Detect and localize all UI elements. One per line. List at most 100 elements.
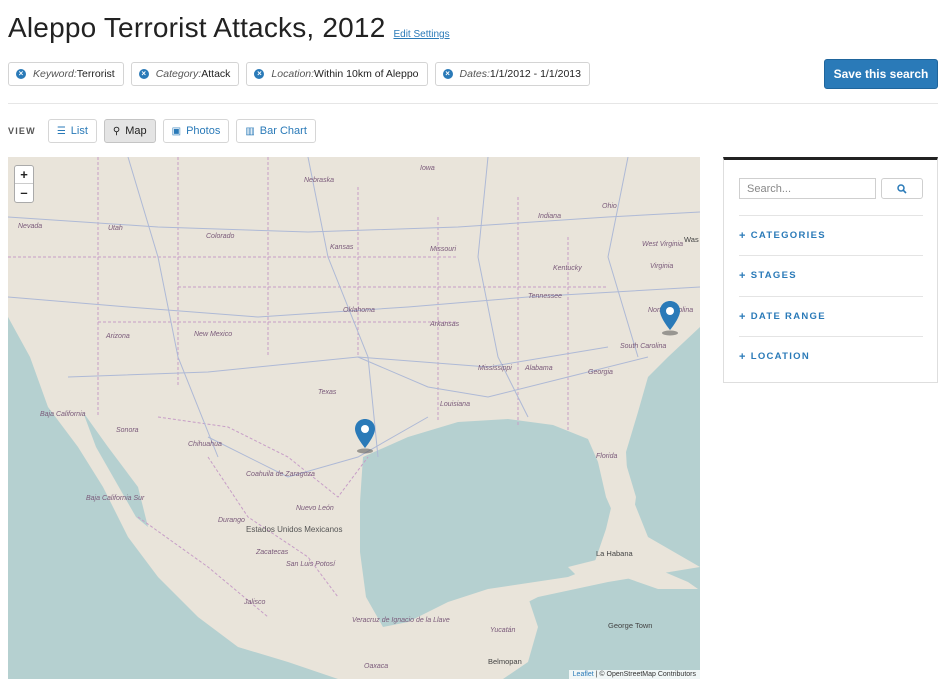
- filter-sidebar: + CATEGORIES + STAGES + DATE RANGE + LOC…: [723, 157, 938, 383]
- save-search-button[interactable]: Save this search: [824, 59, 938, 89]
- map-region-label: Florida: [596, 453, 618, 460]
- map-region-label: Arkansas: [430, 321, 460, 328]
- map-region-label: Colorado: [206, 233, 235, 240]
- map-region-label: Veracruz de Ignacio de la Llave: [352, 617, 450, 624]
- view-list-button[interactable]: ☰ List: [47, 119, 97, 143]
- header-divider: [8, 103, 938, 104]
- plus-icon: +: [739, 269, 747, 282]
- view-bar-chart-button[interactable]: ▥ Bar Chart: [236, 119, 316, 143]
- filter-chip-keyword[interactable]: × Keyword: Terrorist: [8, 62, 124, 86]
- map-country-label: Estados Unidos Mexicanos: [246, 525, 343, 534]
- active-filters: × Keyword: Terrorist × Category: Attack …: [8, 62, 590, 86]
- map-attribution: Leaflet | © OpenStreetMap Contributors: [568, 670, 700, 679]
- filter-chip-location[interactable]: × Location: Within 10km of Aleppo: [246, 62, 428, 86]
- bar-chart-icon: ▥: [245, 125, 255, 137]
- sidebar-search-button[interactable]: [881, 178, 923, 199]
- map-city-label: Belmopan: [488, 657, 522, 666]
- map-region-label: West Virginia: [642, 241, 683, 248]
- facet-location[interactable]: + LOCATION: [739, 336, 923, 376]
- map-marker[interactable]: [354, 418, 376, 454]
- map-region-label: Arizona: [106, 333, 130, 340]
- title-row: Aleppo Terrorist Attacks, 2012 Edit Sett…: [8, 12, 450, 44]
- map-marker-icon: ⚲: [112, 125, 121, 137]
- view-map-button[interactable]: ⚲ Map: [103, 119, 156, 143]
- filter-key: Category:: [155, 68, 202, 80]
- map-region-label: Oaxaca: [364, 663, 389, 670]
- filter-value: Within 10km of Aleppo: [314, 68, 419, 80]
- map-region-label: Alabama: [525, 365, 553, 372]
- filter-chip-dates[interactable]: × Dates: 1/1/2012 - 1/1/2013: [434, 62, 590, 86]
- map-region-label: Durango: [218, 517, 245, 524]
- remove-filter-icon[interactable]: ×: [442, 69, 453, 79]
- edit-settings-link[interactable]: Edit Settings: [393, 29, 449, 40]
- map-region-label: San Luis Potosí: [286, 561, 336, 568]
- remove-filter-icon[interactable]: ×: [138, 69, 149, 79]
- map-region-label: Sonora: [116, 427, 139, 434]
- view-list-label: List: [70, 125, 88, 137]
- remove-filter-icon[interactable]: ×: [16, 69, 26, 79]
- filter-chip-category[interactable]: × Category: Attack: [130, 62, 240, 86]
- filter-value: Attack: [201, 68, 231, 80]
- plus-icon: +: [739, 229, 747, 242]
- map-city-label: La Habana: [596, 549, 633, 558]
- facet-date-range[interactable]: + DATE RANGE: [739, 296, 923, 336]
- map-region-label: Nebraska: [304, 177, 334, 184]
- map-region-label: Tennessee: [528, 293, 562, 300]
- facet-label: LOCATION: [750, 351, 811, 362]
- filter-value: Terrorist: [76, 68, 115, 80]
- view-photos-label: Photos: [186, 125, 221, 137]
- map-marker-icon: [660, 301, 680, 336]
- facet-stages[interactable]: + STAGES: [739, 255, 923, 295]
- search-icon: [897, 183, 907, 194]
- map-region-label: Georgia: [588, 369, 613, 376]
- photo-icon: ▣: [171, 125, 182, 137]
- facet-label: STAGES: [750, 270, 797, 281]
- plus-icon: +: [739, 310, 747, 323]
- map-view[interactable]: Nebraska Iowa Indiana Ohio Nevada Utah C…: [8, 157, 700, 679]
- zoom-out-button[interactable]: –: [15, 184, 33, 202]
- map-region-label: Virginia: [650, 263, 674, 270]
- filter-key: Location:: [271, 68, 315, 80]
- map-region-label: Mississippi: [478, 365, 512, 372]
- facet-label: DATE RANGE: [750, 311, 826, 322]
- map-region-label: Kansas: [330, 244, 354, 251]
- map-region-label: Missouri: [430, 246, 457, 253]
- map-region-label: Baja California: [40, 411, 86, 418]
- view-map-label: Map: [125, 125, 147, 137]
- view-switcher: VIEW ☰ List ⚲ Map ▣ Photos ▥ Bar Chart: [8, 119, 316, 143]
- map-region-label: South Carolina: [620, 343, 667, 350]
- map-region-label: New Mexico: [194, 331, 233, 338]
- sidebar-search-input[interactable]: [739, 178, 876, 199]
- view-photos-button[interactable]: ▣ Photos: [162, 119, 230, 143]
- map-region-label: Louisiana: [440, 401, 470, 408]
- map-region-label: Baja California Sur: [86, 495, 145, 502]
- map-region-label: Kentucky: [553, 265, 582, 272]
- facet-label: CATEGORIES: [750, 230, 826, 241]
- list-icon: ☰: [56, 125, 66, 137]
- map-city-label: Was: [684, 235, 699, 244]
- zoom-control: + –: [14, 165, 34, 203]
- map-region-label: Yucatán: [490, 627, 516, 634]
- map-region-label: Zacatecas: [256, 549, 289, 556]
- filter-key: Dates:: [459, 68, 490, 80]
- map-region-label: Nevada: [18, 223, 43, 230]
- map-region-label: Nuevo León: [296, 505, 334, 512]
- map-marker[interactable]: [659, 300, 681, 336]
- map-marker-icon: [355, 419, 375, 454]
- map-region-label: Oklahoma: [343, 307, 375, 314]
- remove-filter-icon[interactable]: ×: [254, 69, 265, 79]
- map-region-label: Texas: [318, 389, 337, 396]
- filter-key: Keyword:: [33, 68, 77, 80]
- zoom-in-button[interactable]: +: [15, 166, 33, 184]
- map-region-label: Coahuila de Zaragoza: [246, 471, 315, 478]
- map-region-label: Utah: [108, 225, 123, 232]
- plus-icon: +: [739, 350, 747, 363]
- facet-categories[interactable]: + CATEGORIES: [739, 215, 923, 255]
- filter-value: 1/1/2012 - 1/1/2013: [489, 68, 581, 80]
- page-title: Aleppo Terrorist Attacks, 2012: [8, 12, 386, 43]
- map-region-label: Ohio: [602, 203, 617, 210]
- attribution-text: | © OpenStreetMap Contributors: [593, 671, 696, 678]
- leaflet-link[interactable]: Leaflet: [573, 671, 594, 678]
- map-region-label: Jalisco: [244, 599, 266, 606]
- map-region-label: Indiana: [538, 213, 561, 220]
